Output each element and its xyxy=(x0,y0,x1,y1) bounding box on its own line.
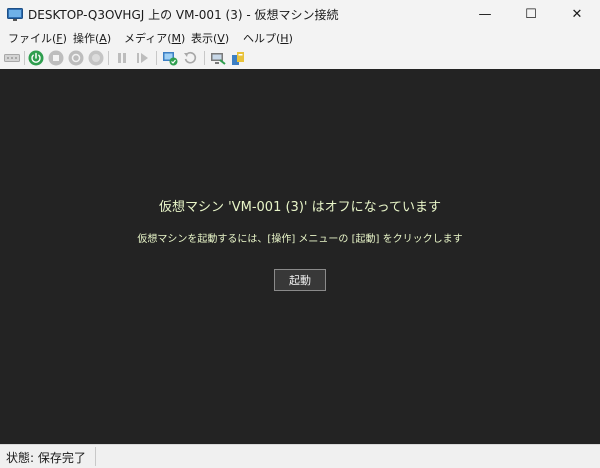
status-text: 状態: 保存完了 xyxy=(6,451,86,465)
menu-help[interactable]: ヘルプ(H) xyxy=(243,30,293,46)
vm-connection-window: DESKTOP-Q3OVHGJ 上の VM-001 (3) - 仮想マシン接続 … xyxy=(0,0,600,468)
menu-action[interactable]: 操作(A) xyxy=(73,30,111,46)
minimize-icon: — xyxy=(478,6,492,22)
close-icon: ✕ xyxy=(571,6,583,22)
vm-start-instruction: 仮想マシンを起動するには、[操作] メニューの [起動] をクリックします xyxy=(137,234,463,245)
title-bar: DESKTOP-Q3OVHGJ 上の VM-001 (3) - 仮想マシン接続 … xyxy=(0,0,600,28)
close-button[interactable]: ✕ xyxy=(554,0,600,28)
save-icon xyxy=(88,50,104,66)
pause-icon xyxy=(114,50,130,66)
toolbar-separator xyxy=(156,51,157,65)
toolbar-separator xyxy=(24,51,25,65)
vm-console-area[interactable]: 仮想マシン 'VM-001 (3)' はオフになっています 仮想マシンを起動する… xyxy=(0,69,600,444)
toolbar-separator xyxy=(108,51,109,65)
enhanced-session-icon[interactable] xyxy=(210,50,226,66)
menu-bar: ファイル(F) 操作(A) メディア(M) 表示(V) ヘルプ(H) xyxy=(0,28,600,47)
checkpoint-icon[interactable] xyxy=(162,50,178,66)
start-icon[interactable] xyxy=(28,50,44,66)
menu-view[interactable]: 表示(V) xyxy=(191,30,229,46)
ctrl-alt-del-icon[interactable] xyxy=(4,50,20,66)
vm-off-message: 仮想マシン 'VM-001 (3)' はオフになっています xyxy=(159,200,441,215)
status-bar: 状態: 保存完了 xyxy=(0,444,600,468)
turn-off-icon xyxy=(48,50,64,66)
resume-icon xyxy=(134,50,150,66)
shutdown-icon xyxy=(68,50,84,66)
share-icon[interactable] xyxy=(230,50,246,66)
menu-media[interactable]: メディア(M) xyxy=(124,30,185,46)
maximize-icon: ☐ xyxy=(525,6,537,22)
status-separator xyxy=(95,447,96,466)
vm-connection-app-icon xyxy=(7,7,23,21)
revert-icon xyxy=(182,50,198,66)
minimize-button[interactable]: — xyxy=(462,0,508,28)
menu-file[interactable]: ファイル(F) xyxy=(8,30,67,46)
toolbar-separator xyxy=(204,51,205,65)
start-vm-button[interactable]: 起動 xyxy=(274,269,326,291)
window-title: DESKTOP-Q3OVHGJ 上の VM-001 (3) - 仮想マシン接続 xyxy=(28,8,339,22)
toolbar xyxy=(0,47,600,69)
maximize-button[interactable]: ☐ xyxy=(508,0,554,28)
